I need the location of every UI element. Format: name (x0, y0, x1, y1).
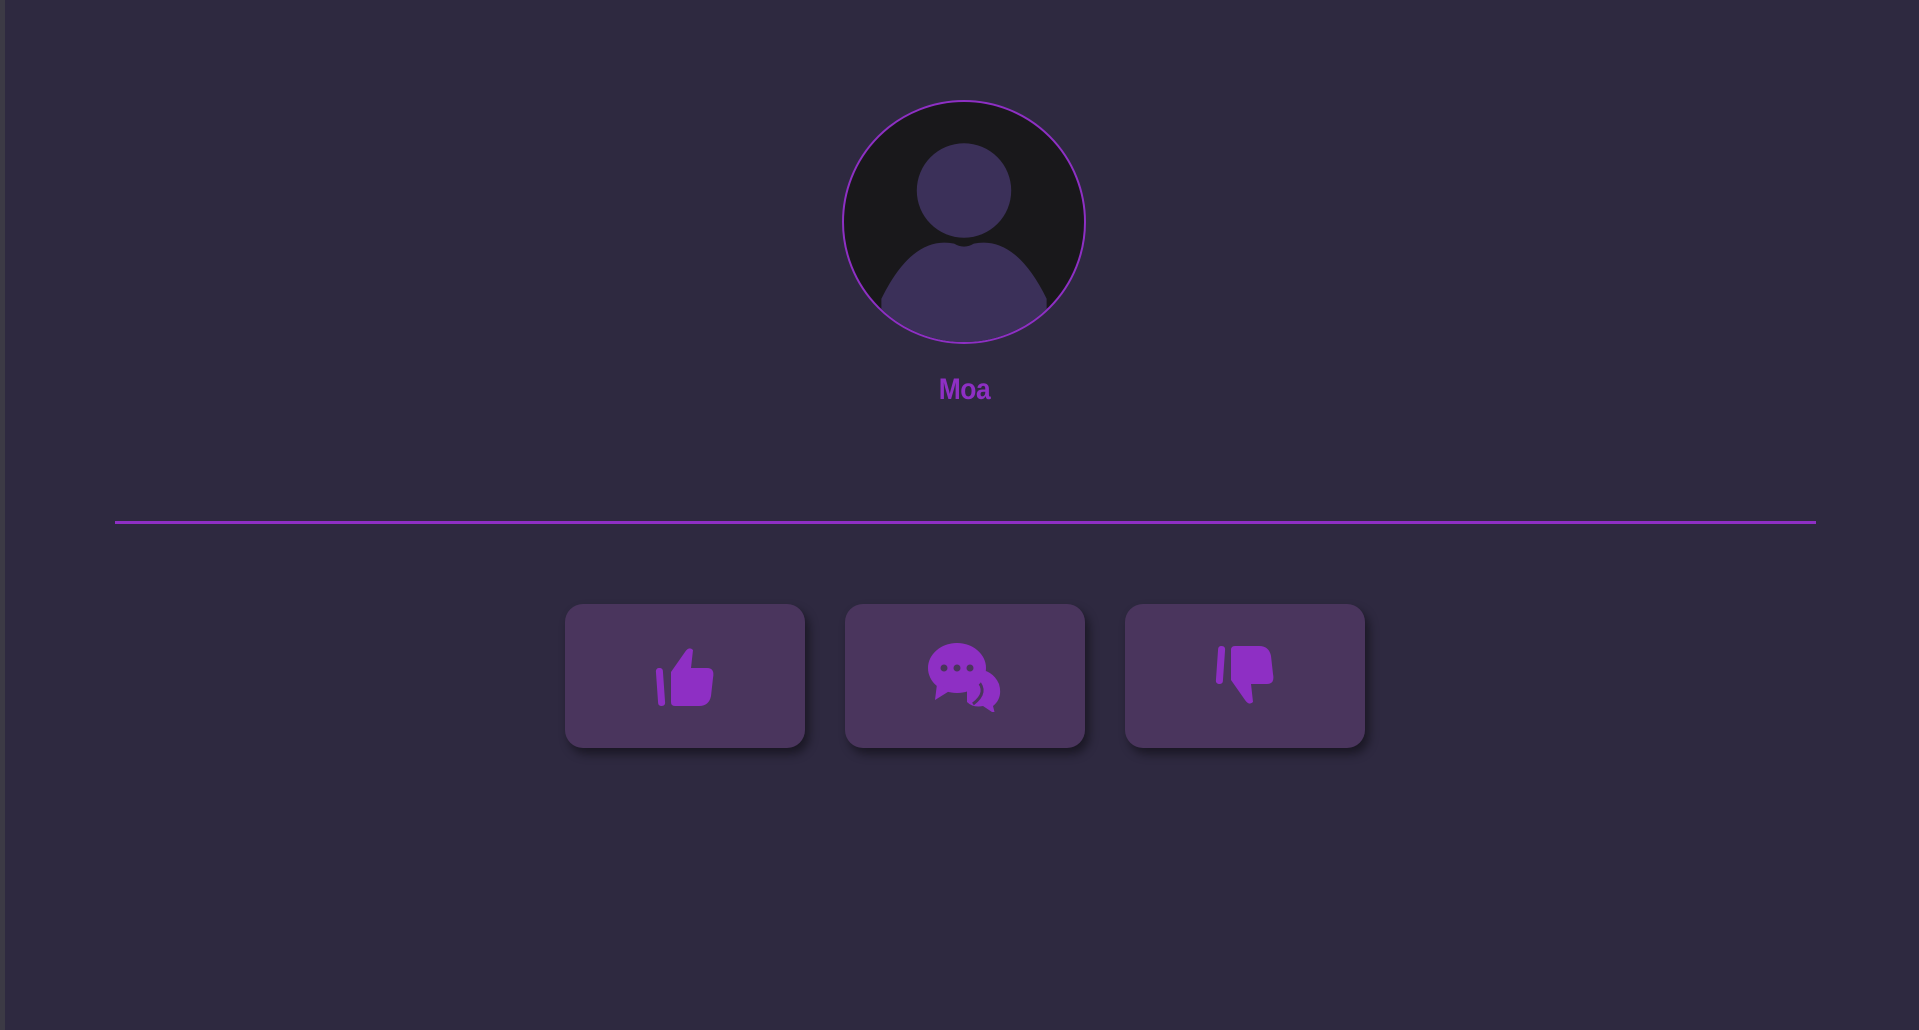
divider (115, 521, 1816, 524)
avatar (842, 100, 1086, 344)
chat-button[interactable] (845, 604, 1085, 748)
dislike-button[interactable] (1125, 604, 1365, 748)
thumbs-down-icon (1215, 646, 1274, 704)
chat-bubbles-icon (928, 643, 1001, 712)
thumbs-up-icon (655, 648, 714, 706)
user-silhouette-icon (881, 143, 1047, 342)
like-button[interactable] (565, 604, 805, 748)
username: Moa (938, 373, 991, 406)
profile-page: Moa (0, 0, 1919, 1030)
